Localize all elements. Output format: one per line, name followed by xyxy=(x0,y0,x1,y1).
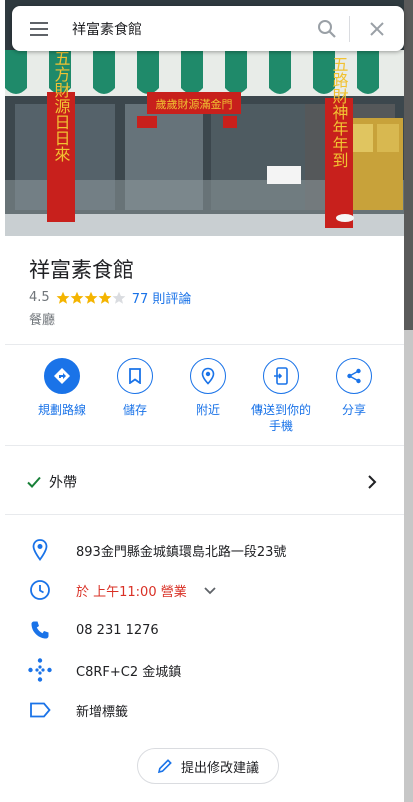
place-panel: 五方財源日日來 五路財神年年到 歲歲財源滿金門 祥富素食館 祥富素食館 4.5 xyxy=(0,0,413,802)
reviews-link[interactable]: 77 則評論 xyxy=(132,288,192,307)
rating-row: 4.5 77 則評論 xyxy=(29,288,191,307)
send-to-phone-label: 傳送到你的手機 xyxy=(250,403,311,433)
clock-icon xyxy=(27,577,53,603)
scrollbar-thumb[interactable] xyxy=(404,330,413,802)
place-category[interactable]: 餐廳 xyxy=(29,309,55,328)
svg-text:五方財源日日來: 五方財源日日來 xyxy=(52,50,71,162)
action-bar: 規劃路線 儲存 附近 傳送到你的手機 分享 xyxy=(5,358,404,438)
directions-label: 規劃路線 xyxy=(37,403,86,417)
directions-icon[interactable] xyxy=(44,358,80,394)
save-label: 儲存 xyxy=(122,403,147,417)
nearby-button[interactable]: 附近 xyxy=(171,358,245,418)
star-rating xyxy=(56,291,126,305)
close-icon[interactable] xyxy=(350,6,404,51)
menu-icon[interactable] xyxy=(12,6,66,51)
place-title: 祥富素食館 xyxy=(29,258,134,282)
takeout-label: 外帶 xyxy=(49,475,77,491)
suggest-edit-button[interactable]: 提出修改建議 xyxy=(137,748,279,784)
plus-code-row[interactable]: C8RF+C2 金城鎮 xyxy=(5,650,404,690)
nearby-label: 附近 xyxy=(195,403,220,417)
search-icon[interactable] xyxy=(305,6,349,51)
check-icon xyxy=(27,476,41,488)
service-options-row[interactable]: 外帶 xyxy=(5,460,404,504)
share-icon[interactable] xyxy=(336,358,372,394)
send-to-phone-button[interactable]: 傳送到你的手機 xyxy=(244,358,318,434)
plus-code-icon xyxy=(27,657,53,683)
chevron-down-icon[interactable] xyxy=(201,581,219,599)
phone-text: 08 231 1276 xyxy=(76,622,159,638)
hours-row[interactable]: 於 上午11:00 營業 xyxy=(5,570,404,610)
plus-code-text: C8RF+C2 金城鎮 xyxy=(76,664,182,680)
rating-value: 4.5 xyxy=(29,290,50,305)
address-row[interactable]: 893金門縣金城鎮環島北路一段23號 xyxy=(5,530,404,570)
divider xyxy=(5,344,404,345)
divider xyxy=(5,514,404,515)
search-input[interactable]: 祥富素食館 xyxy=(66,19,305,39)
pencil-icon xyxy=(157,759,172,774)
phone-icon xyxy=(27,617,53,643)
add-label-text: 新增標籤 xyxy=(76,704,129,720)
send-to-phone-icon[interactable] xyxy=(263,358,299,394)
add-label-row[interactable]: 新增標籤 xyxy=(5,690,404,730)
directions-button[interactable]: 規劃路線 xyxy=(25,358,99,418)
share-label: 分享 xyxy=(341,403,366,417)
address-text: 893金門縣金城鎮環島北路一段23號 xyxy=(76,544,287,560)
save-button[interactable]: 儲存 xyxy=(98,358,172,418)
bookmark-icon[interactable] xyxy=(117,358,153,394)
phone-row[interactable]: 08 231 1276 xyxy=(5,610,404,650)
svg-text:歲歲財源滿金門: 歲歲財源滿金門 xyxy=(156,97,233,111)
divider xyxy=(5,445,404,446)
suggest-edit-label: 提出修改建議 xyxy=(180,760,259,776)
chevron-right-icon[interactable] xyxy=(360,470,384,494)
search-bar[interactable]: 祥富素食館 xyxy=(12,6,404,51)
svg-text:五路財神年年到: 五路財神年年到 xyxy=(330,56,349,168)
hours-status-text: 於 上午11:00 營業 xyxy=(76,584,187,600)
nearby-icon[interactable] xyxy=(190,358,226,394)
share-button[interactable]: 分享 xyxy=(317,358,391,418)
label-tag-icon xyxy=(27,697,53,723)
location-pin-icon xyxy=(27,537,53,563)
